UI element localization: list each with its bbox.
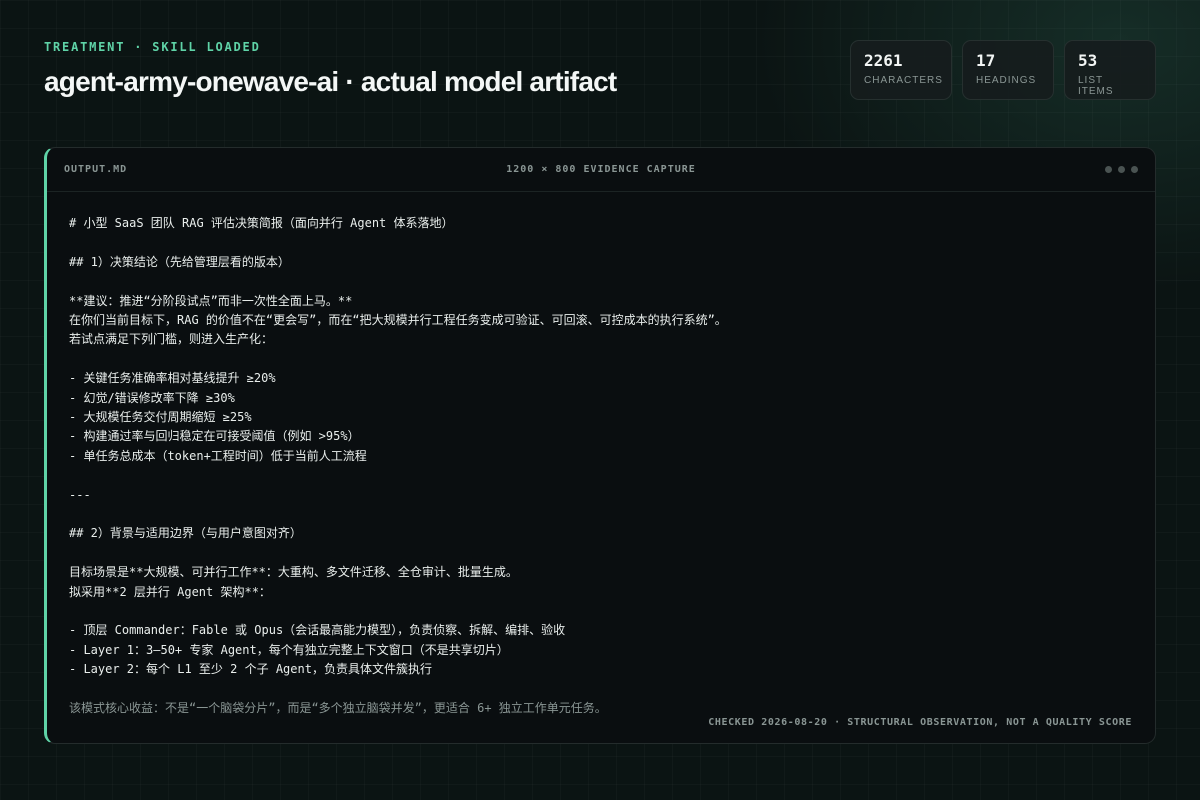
dot-icon (1105, 166, 1112, 173)
code-line: # 小型 SaaS 团队 RAG 评估决策简报（面向并行 Agent 体系落地） (69, 216, 454, 230)
code-line: **建议：推进“分阶段试点”而非一次性全面上马。** (69, 293, 353, 308)
code-line: 该模式核心收益：不是“一个脑袋分片”，而是“多个独立脑袋并发”，更适合 6+ 独… (69, 701, 607, 716)
window-dots-icon (1105, 166, 1138, 173)
code-line: 在你们当前目标下，RAG 的价值不在“更会写”，而在“把大规模并行工程任务变成可… (69, 313, 727, 327)
stat-label: HEADINGS (976, 75, 1037, 86)
stat-value: 2261 (864, 51, 903, 70)
code-line: - 幻觉/错误修改率下降 ≥30% (69, 390, 235, 405)
code-line: ## 1）决策结论（先给管理层看的版本） (69, 254, 290, 269)
code-line: - 单任务总成本（token+工程时间）低于当前人工流程 (69, 448, 367, 463)
stat-label: CHARACTERS (864, 75, 943, 86)
code-line: ## 2）背景与适用边界（与用户意图对齐） (69, 526, 302, 541)
markdown-output: # 小型 SaaS 团队 RAG 评估决策简报（面向并行 Agent 体系落地）… (69, 214, 1135, 718)
stat-value: 17 (976, 51, 996, 70)
code-line: 目标场景是**大规模、可并行工作**：大重构、多文件迁移、全仓审计、批量生成。 (69, 565, 518, 580)
stat-list-items: 53 LIST ITEMS (1064, 40, 1156, 100)
output-panel: OUTPUT.MD 1200 × 800 EVIDENCE CAPTURE # … (44, 147, 1156, 744)
code-line: - 大规模任务交付周期缩短 ≥25% (69, 410, 252, 425)
panel-filename: OUTPUT.MD (64, 164, 128, 175)
dot-icon (1131, 166, 1138, 173)
code-line: - 构建通过率与回归稳定在可接受阈值（例如 >95%） (69, 429, 360, 444)
page-title: agent-army-onewave-ai · actual model art… (44, 66, 617, 97)
eyebrow-label: TREATMENT · SKILL LOADED (44, 40, 261, 54)
panel-header: OUTPUT.MD 1200 × 800 EVIDENCE CAPTURE (47, 148, 1155, 192)
dot-icon (1118, 166, 1125, 173)
code-line: 拟采用**2 层并行 Agent 架构**： (69, 584, 271, 599)
code-line: - Layer 1：3–50+ 专家 Agent，每个有独立完整上下文窗口（不是… (69, 642, 509, 657)
code-line: - 关键任务准确率相对基线提升 ≥20% (69, 371, 276, 386)
panel-caption: 1200 × 800 EVIDENCE CAPTURE (506, 164, 696, 175)
stat-value: 53 (1078, 51, 1098, 70)
stats-group: 2261 CHARACTERS 17 HEADINGS 53 LIST ITEM… (850, 40, 1156, 100)
code-line: --- (69, 487, 91, 502)
panel-footnote: CHECKED 2026-08-20 · STRUCTURAL OBSERVAT… (708, 717, 1132, 728)
stat-characters: 2261 CHARACTERS (850, 40, 952, 100)
stat-headings: 17 HEADINGS (962, 40, 1054, 100)
code-line: - 顶层 Commander：Fable 或 Opus（会话最高能力模型），负责… (69, 623, 566, 638)
code-line: 若试点满足下列门槛，则进入生产化： (69, 332, 274, 347)
stat-label: LIST ITEMS (1078, 75, 1114, 97)
code-line: - Layer 2：每个 L1 至少 2 个子 Agent，负责具体文件簇执行 (69, 662, 432, 677)
